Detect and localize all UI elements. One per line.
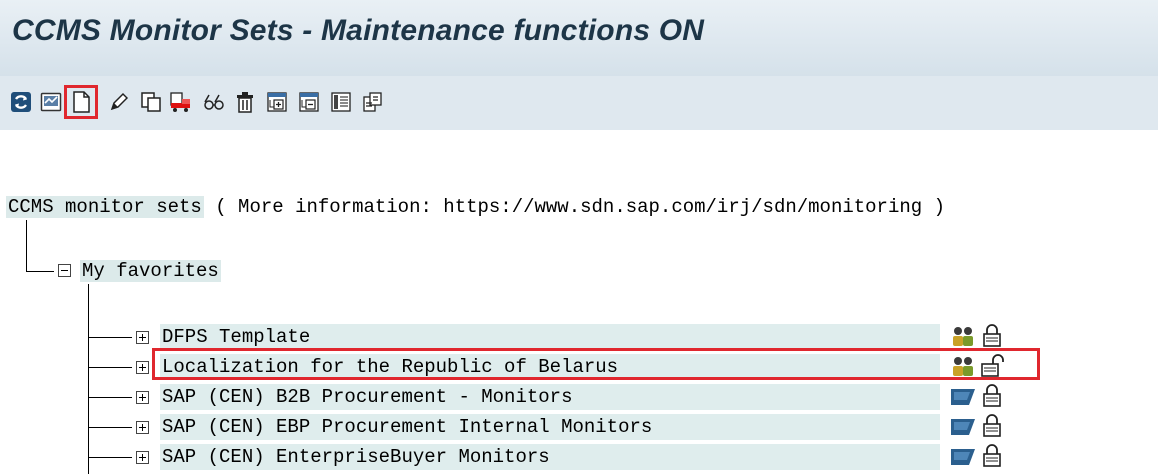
folder-label: My favorites <box>80 260 221 282</box>
list-item[interactable]: SAP (CEN) B2B Procurement - Monitors <box>162 384 572 410</box>
collapse-subtree-button[interactable] <box>296 89 322 115</box>
sap-flag-icon <box>951 389 975 405</box>
expand-item-toggle[interactable] <box>136 331 149 344</box>
tree-root[interactable]: CCMS monitor sets ( More information: ht… <box>6 194 945 220</box>
transport-button[interactable] <box>168 89 194 115</box>
sap-flag-icon <box>951 419 975 435</box>
list-item[interactable]: SAP (CEN) EBP Procurement Internal Monit… <box>162 414 652 440</box>
application-toolbar <box>0 76 1158 130</box>
tree-connector <box>88 284 89 474</box>
tree-connector <box>88 457 132 458</box>
display-monitor-button[interactable] <box>38 89 64 115</box>
monitor-display-icon <box>40 92 62 112</box>
create-new-icon <box>73 91 90 113</box>
properties-button[interactable] <box>360 89 386 115</box>
list-item[interactable]: DFPS Template <box>162 324 310 350</box>
list-item[interactable]: SAP (CEN) EnterpriseBuyer Monitors <box>162 444 550 470</box>
settings-icon <box>363 92 382 112</box>
tree-connector <box>88 367 132 368</box>
highlighted-row-frame <box>152 348 1040 380</box>
change-button[interactable] <box>106 89 132 115</box>
expand-item-toggle[interactable] <box>136 391 149 404</box>
expand-item-toggle[interactable] <box>136 421 149 434</box>
tree-connector <box>88 427 132 428</box>
refresh-button[interactable] <box>8 89 34 115</box>
refresh-icon <box>11 92 31 112</box>
copy-button[interactable] <box>138 89 164 115</box>
collapse-subtree-icon <box>299 92 319 112</box>
lock-closed-icon <box>983 324 1001 347</box>
create-button[interactable] <box>64 85 98 119</box>
details-button[interactable] <box>328 89 354 115</box>
tree-connector <box>26 271 54 272</box>
page-title: CCMS Monitor Sets - Maintenance function… <box>12 14 705 47</box>
expand-subtree-button[interactable] <box>264 89 290 115</box>
details-icon <box>331 92 351 112</box>
lock-closed-icon <box>983 414 1001 437</box>
transport-icon <box>170 92 190 112</box>
expand-item-toggle[interactable] <box>136 361 149 374</box>
expand-item-toggle[interactable] <box>136 451 149 464</box>
monitor-set-tree: CCMS monitor sets ( More information: ht… <box>0 130 1158 474</box>
trash-icon <box>237 92 253 113</box>
users-icon <box>953 327 973 346</box>
pencil-icon <box>110 92 129 111</box>
delete-button[interactable] <box>232 89 258 115</box>
tree-folder-my-favorites[interactable]: My favorites <box>80 258 221 284</box>
copy-icon <box>141 92 161 112</box>
tree-connector <box>88 397 132 398</box>
expand-subtree-icon <box>267 92 287 112</box>
glasses-icon <box>204 94 224 110</box>
lock-closed-icon <box>983 444 1001 467</box>
tree-connector <box>88 337 132 338</box>
collapse-folder-toggle[interactable] <box>58 264 71 277</box>
lock-closed-icon <box>983 384 1001 407</box>
sap-flag-icon <box>951 449 975 465</box>
tree-root-label: CCMS monitor sets <box>6 196 204 218</box>
tree-connector <box>26 220 27 272</box>
display-glasses-button[interactable] <box>200 89 226 115</box>
tree-root-info: ( More information: https://www.sdn.sap.… <box>215 196 945 218</box>
title-bar: CCMS Monitor Sets - Maintenance function… <box>0 0 1158 76</box>
